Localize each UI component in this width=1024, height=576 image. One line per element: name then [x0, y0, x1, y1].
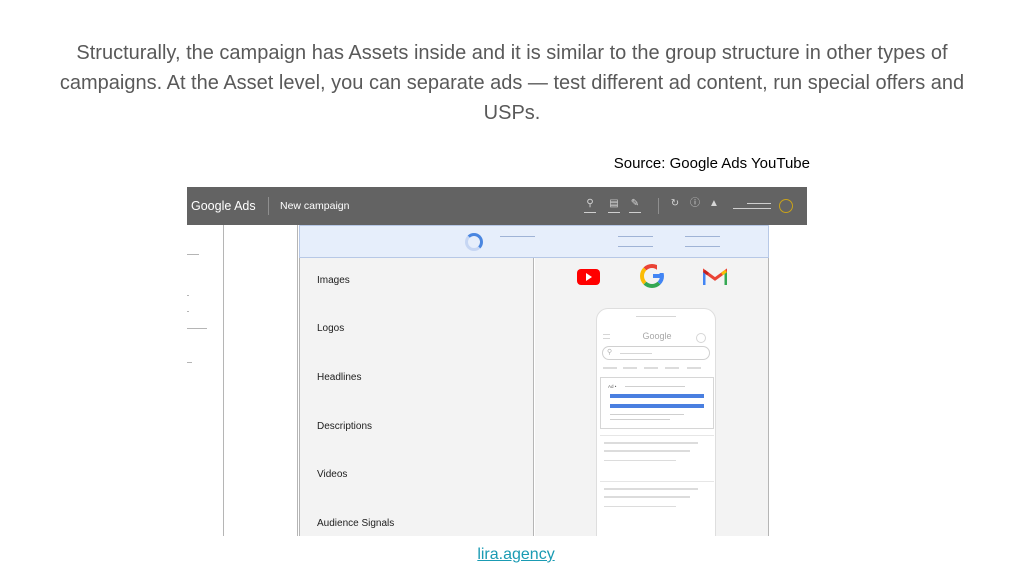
toolbar-divider [658, 198, 659, 214]
account-id-placeholder [747, 203, 771, 204]
search-placeholder [620, 353, 652, 354]
nav-item[interactable] [187, 328, 207, 329]
google-ads-screenshot: Google Ads New campaign ⚲ ▤ ✎ ↻ ⓘ ▲ Imag [187, 187, 807, 536]
asset-headlines[interactable]: Headlines [317, 372, 361, 383]
topbar-divider [268, 197, 269, 215]
search-icon[interactable]: ⚲ [583, 197, 597, 213]
loading-spinner-icon [465, 233, 483, 251]
step-placeholder [685, 236, 720, 237]
nav-item[interactable] [187, 254, 199, 255]
result-tab [687, 367, 701, 369]
reports-icon[interactable]: ▤ [607, 197, 621, 213]
asset-descriptions[interactable]: Descriptions [317, 421, 372, 432]
gmail-icon[interactable] [703, 268, 727, 286]
phone-notch [636, 316, 676, 317]
slide-text: Structurally, the campaign has Assets in… [59, 42, 965, 124]
ad-description-line [610, 414, 684, 415]
step-placeholder [618, 246, 653, 247]
left-nav [187, 225, 224, 536]
step-placeholder [500, 236, 535, 237]
asset-videos[interactable]: Videos [317, 469, 347, 480]
tools-icon[interactable]: ✎ [628, 197, 642, 213]
search-box: ⚲ [602, 346, 710, 360]
phone-preview: Google ⚲ Ad • [596, 308, 716, 536]
ad-url-line [625, 386, 685, 387]
youtube-icon[interactable] [577, 269, 600, 285]
result-line [604, 488, 698, 490]
nav-item[interactable] [187, 311, 189, 312]
asset-list: Images Logos Headlines Descriptions Vide… [299, 258, 534, 536]
result-tab [644, 367, 658, 369]
refresh-icon[interactable]: ↻ [668, 197, 682, 213]
ad-description-line [610, 419, 670, 420]
brand-logo: Google Ads [191, 199, 256, 213]
source-caption: Source: Google Ads YouTube [613, 155, 810, 172]
result-tab [665, 367, 679, 369]
step-placeholder [685, 246, 720, 247]
ad-label: Ad • [608, 384, 617, 389]
result-line [604, 442, 698, 444]
campaign-editor: Images Logos Headlines Descriptions Vide… [299, 225, 769, 536]
asset-images[interactable]: Images [317, 275, 350, 286]
asset-logos[interactable]: Logos [317, 323, 344, 334]
result-line [604, 506, 676, 507]
organic-result [600, 481, 714, 521]
ad-headline-line [610, 404, 704, 408]
account-avatar[interactable] [779, 199, 793, 213]
result-line [604, 450, 690, 452]
side-panel [225, 225, 298, 536]
asset-audience-signals[interactable]: Audience Signals [317, 518, 394, 529]
google-icon[interactable] [640, 264, 665, 288]
result-line [604, 460, 676, 461]
help-icon[interactable]: ⓘ [688, 197, 702, 213]
search-icon: ⚲ [607, 349, 613, 356]
step-placeholder [618, 236, 653, 237]
result-tab [623, 367, 637, 369]
top-bar: Google Ads New campaign ⚲ ▤ ✎ ↻ ⓘ ▲ [187, 187, 807, 225]
notifications-icon[interactable]: ▲ [707, 197, 721, 213]
result-line [604, 496, 690, 498]
result-tab [603, 367, 617, 369]
nav-item[interactable] [187, 295, 189, 296]
ad-headline-line [610, 394, 704, 398]
account-name-placeholder [733, 208, 771, 209]
ad-preview-panel: Google ⚲ Ad • [535, 258, 769, 536]
organic-result [600, 435, 714, 475]
profile-icon [696, 333, 706, 343]
nav-item[interactable] [187, 362, 192, 363]
footer-link[interactable]: lira.agency [436, 546, 596, 564]
page-title: New campaign [280, 200, 350, 212]
search-ad-card: Ad • [600, 377, 714, 429]
progress-header [299, 225, 769, 258]
